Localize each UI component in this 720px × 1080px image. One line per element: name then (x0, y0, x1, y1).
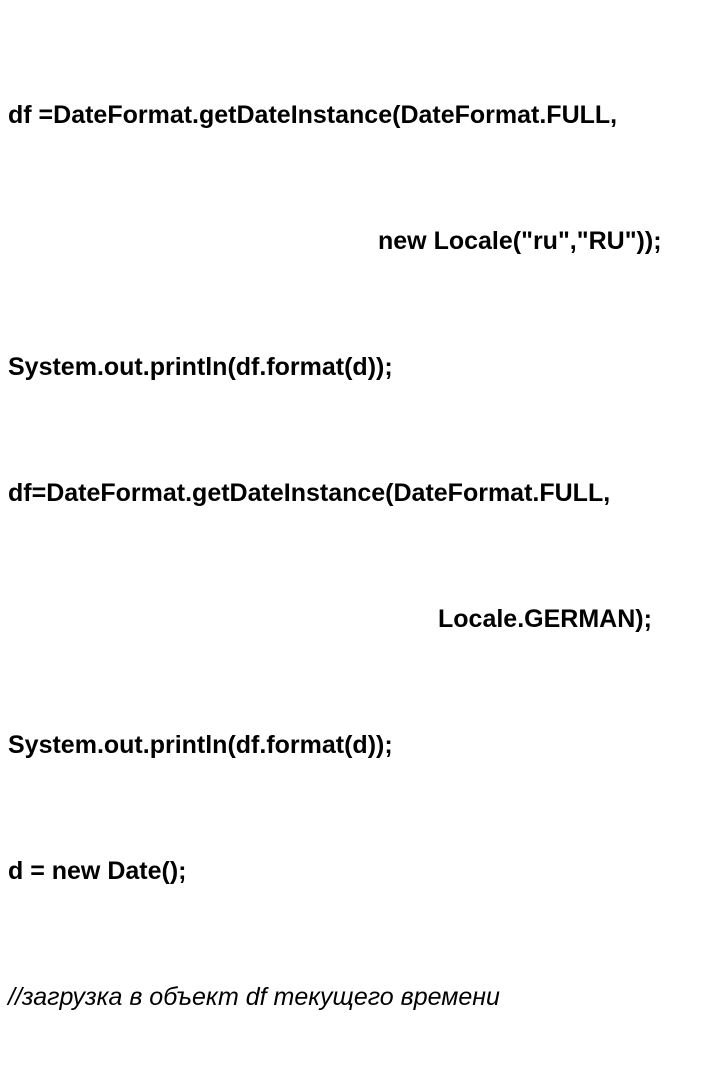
code-line: System.out.println(df.format(d)); (8, 346, 712, 388)
code-snippet: df =DateFormat.getDateInstance(DateForma… (8, 10, 712, 1080)
code-line: Locale.GERMAN); (8, 598, 712, 640)
code-line: System.out.println(df.format(d)); (8, 724, 712, 766)
code-line: new Locale("ru","RU")); (8, 220, 712, 262)
code-comment: //загрузка в объект df текущего времени (8, 976, 712, 1018)
code-line: d = new Date(); (8, 850, 712, 892)
code-line: df=DateFormat.getDateInstance(DateFormat… (8, 472, 712, 514)
code-line: df =DateFormat.getDateInstance(DateForma… (8, 94, 712, 136)
